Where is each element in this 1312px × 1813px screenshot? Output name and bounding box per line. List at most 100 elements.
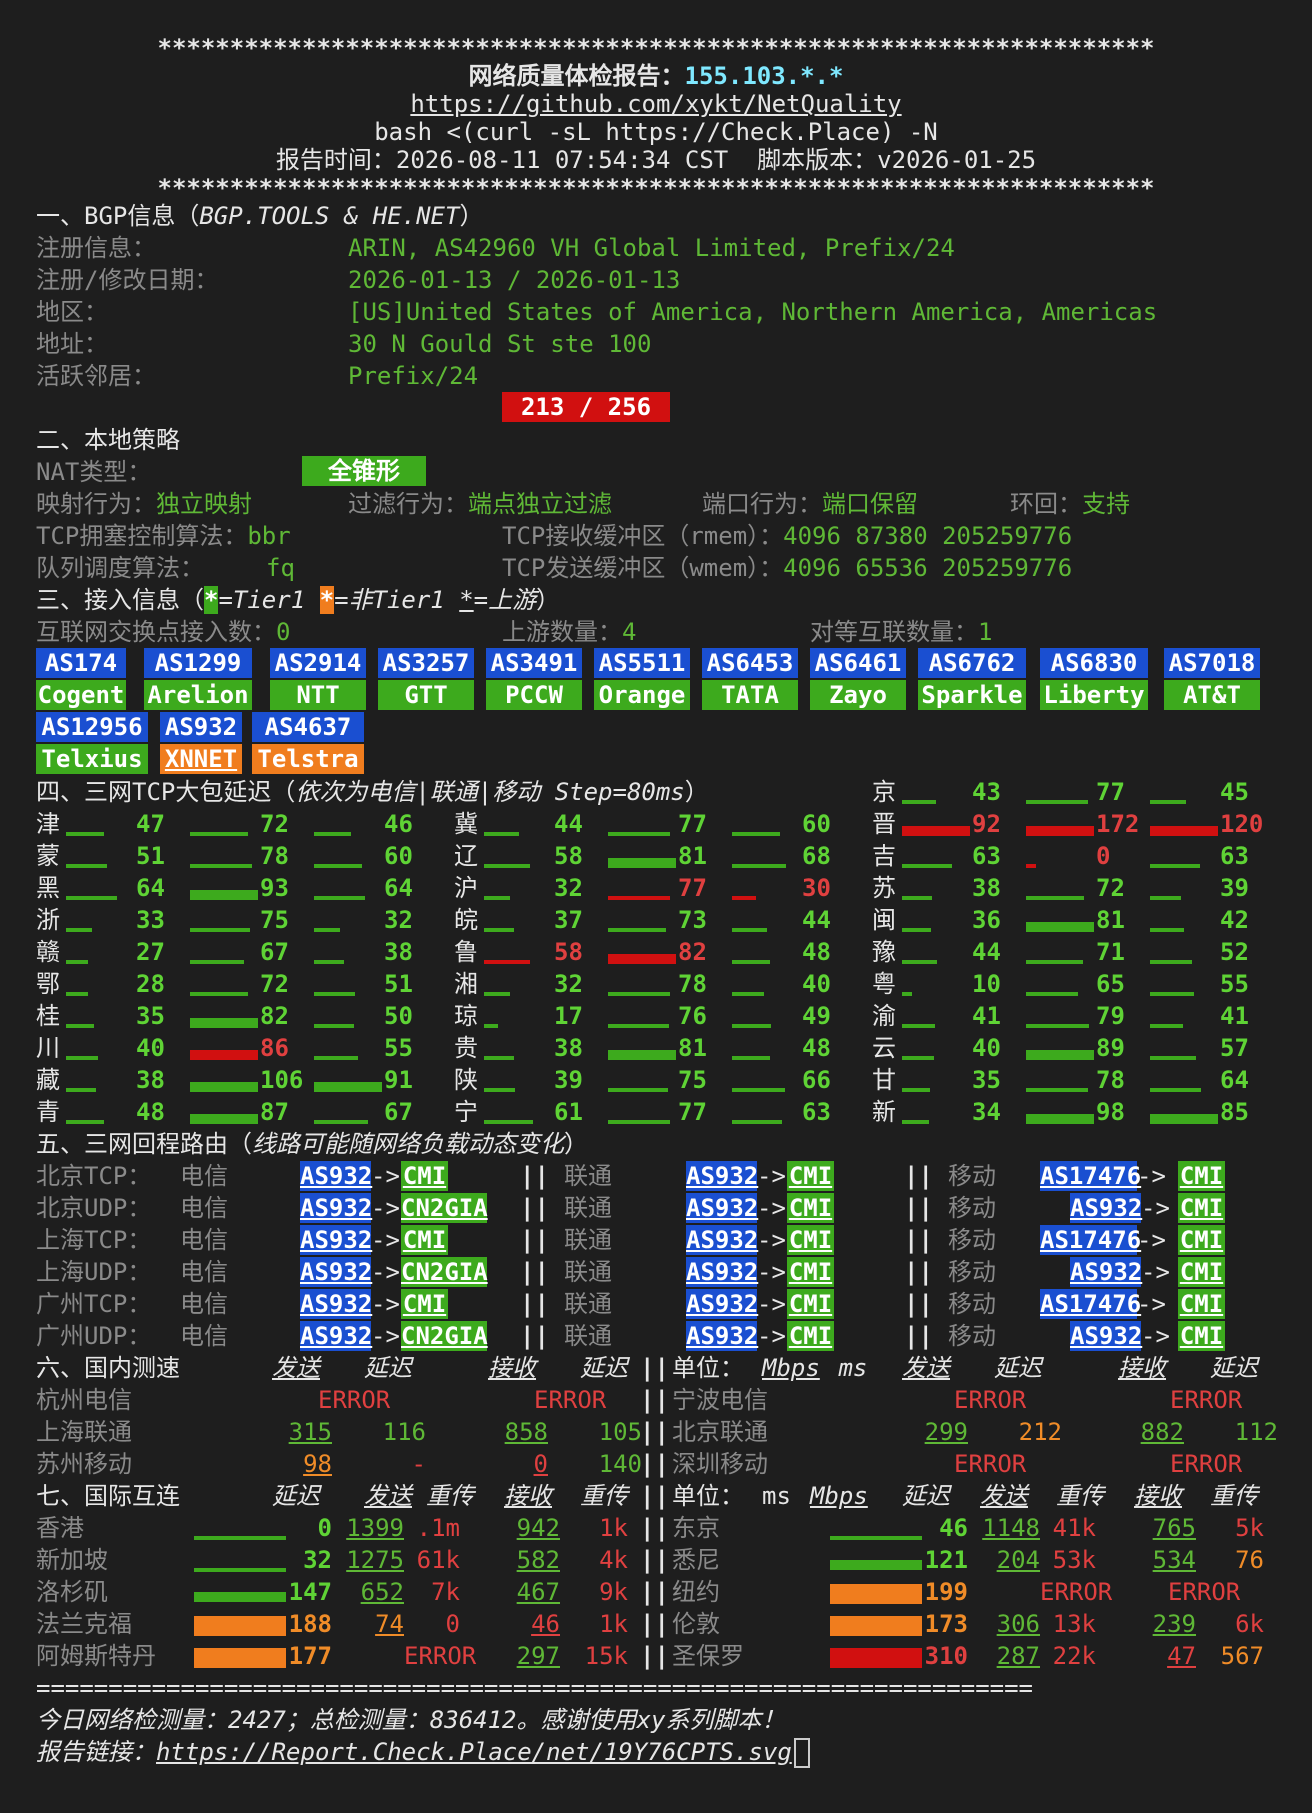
province-label: 川 <box>36 1034 60 1062</box>
latency-bar <box>484 832 520 836</box>
dom-send: 98 <box>303 1450 332 1478</box>
intl-lat: 188 <box>288 1610 332 1638</box>
intl-retx2: 6k <box>1235 1610 1264 1638</box>
as-name: GTT <box>378 680 474 710</box>
route-arrow: -> <box>1137 1290 1166 1318</box>
route-asn: AS932 <box>300 1289 373 1319</box>
intl-lat: 46 <box>939 1514 968 1542</box>
latency-value: 68 <box>802 842 831 870</box>
intl-lat: 0 <box>317 1514 332 1542</box>
latency-value: 72 <box>1096 874 1125 902</box>
route-network: CMI <box>1178 1225 1225 1255</box>
filter-line: 过滤行为：端点独立过滤 <box>348 490 612 518</box>
route-asn: AS932 <box>300 1257 373 1287</box>
as-number: AS3257 <box>378 648 474 678</box>
latency-bar <box>902 960 938 964</box>
dom-send-error: ERROR <box>318 1386 391 1414</box>
carrier-label: 电信 <box>180 1258 228 1286</box>
route-label: 广州UDP： <box>36 1322 152 1350</box>
province-label: 粤 <box>872 970 896 998</box>
dom-name: 上海联通 <box>36 1418 132 1446</box>
latency-value: 55 <box>384 1034 413 1062</box>
route-arrow: -> <box>757 1290 786 1318</box>
latency-bar <box>732 1056 771 1060</box>
latency-value: 172 <box>1096 810 1140 838</box>
carrier-label: 电信 <box>180 1322 228 1350</box>
route-arrow: -> <box>757 1194 786 1222</box>
as-name: AT&T <box>1164 680 1260 710</box>
as-number: AS932 <box>160 712 242 742</box>
dom-name: 杭州电信 <box>36 1386 132 1414</box>
latency-bar <box>608 1120 670 1124</box>
intl-send: 1275 <box>346 1546 404 1574</box>
latency-bar <box>66 992 89 996</box>
latency-value: 67 <box>260 938 289 966</box>
as-number: AS5511 <box>594 648 690 678</box>
access-section-title: 三、接入信息（*=Tier1 *=非Tier1 *=上游） <box>36 586 561 614</box>
province-label: 闽 <box>872 906 896 934</box>
latency-value: 93 <box>260 874 289 902</box>
intl-lat: 310 <box>924 1642 968 1670</box>
latency-value: 92 <box>972 810 1001 838</box>
intl-retx: 41k <box>1052 1514 1096 1542</box>
latency-bar <box>66 928 93 932</box>
latency-bar <box>732 960 771 964</box>
latency-bar <box>608 832 670 836</box>
intl-retx: 61k <box>416 1546 460 1574</box>
loop-line: 环回：支持 <box>1010 490 1130 518</box>
intl-retx2: 567 <box>1220 1642 1264 1670</box>
as-name: Liberty <box>1040 680 1148 710</box>
carrier-label: 电信 <box>180 1290 228 1318</box>
intl-latency-bar <box>830 1584 922 1604</box>
latency-value: 51 <box>384 970 413 998</box>
latency-bar <box>190 864 253 868</box>
latency-value: 81 <box>678 842 707 870</box>
latency-value: 72 <box>260 810 289 838</box>
carrier-label: 移动 <box>948 1258 996 1286</box>
latency-value: 32 <box>384 906 413 934</box>
route-section-title: 五、三网回程路由（线路可能随网络负载动态变化） <box>36 1130 588 1158</box>
latency-bar <box>902 928 931 932</box>
province-label: 陕 <box>454 1066 478 1094</box>
province-label: 浙 <box>36 906 60 934</box>
footer-rule: ========================================… <box>36 1674 1033 1702</box>
intl-name: 香港 <box>36 1514 84 1542</box>
latency-bar <box>314 864 362 868</box>
text-cursor <box>793 1738 810 1768</box>
carrier-label: 移动 <box>948 1194 996 1222</box>
report-link[interactable]: https://Report.Check.Place/net/19Y76CPTS… <box>156 1738 792 1766</box>
province-label: 宁 <box>454 1098 478 1126</box>
intl-name: 法兰克福 <box>36 1610 132 1638</box>
as-number: AS6453 <box>702 648 798 678</box>
as-name: TATA <box>702 680 798 710</box>
latency-bar <box>1026 1088 1089 1092</box>
route-arrow: -> <box>1137 1226 1166 1254</box>
intl-latency-bar <box>194 1592 286 1602</box>
latency-bar <box>66 1024 94 1028</box>
route-asn: AS932 <box>1070 1193 1143 1223</box>
bgp-label: 活跃邻居： <box>36 362 156 390</box>
latency-value: 28 <box>136 970 165 998</box>
route-asn: AS932 <box>686 1257 759 1287</box>
latency-value: 91 <box>384 1066 413 1094</box>
intl-send-error: ERROR <box>1040 1578 1113 1606</box>
as-number: AS1299 <box>144 648 252 678</box>
route-network: CMI <box>787 1257 834 1287</box>
route-network: CMI <box>401 1289 448 1319</box>
carrier-label: 移动 <box>948 1322 996 1350</box>
route-asn: AS932 <box>300 1225 373 1255</box>
intl-name: 纽约 <box>672 1578 720 1606</box>
province-label: 豫 <box>872 938 896 966</box>
latency-value: 40 <box>802 970 831 998</box>
province-label: 渝 <box>872 1002 896 1030</box>
route-arrow: -> <box>1141 1322 1170 1350</box>
latency-bar <box>314 832 351 836</box>
route-arrow: -> <box>757 1322 786 1350</box>
latency-value: 60 <box>802 810 831 838</box>
latency-value: 35 <box>136 1002 165 1030</box>
latency-value: 61 <box>554 1098 583 1126</box>
intl-send-error: ERROR <box>404 1642 477 1670</box>
latency-value: 77 <box>1096 778 1125 806</box>
intl-name: 洛杉矶 <box>36 1578 108 1606</box>
dom-unit-label: 单位： <box>672 1354 744 1382</box>
